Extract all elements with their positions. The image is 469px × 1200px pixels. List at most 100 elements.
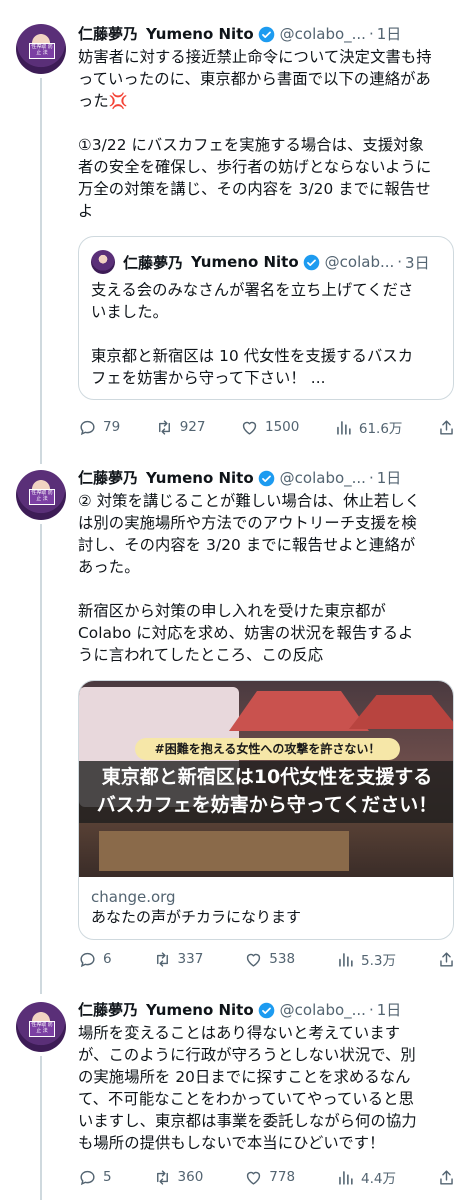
tweet-actions: 6 337 538 5.3万 (78, 948, 456, 970)
tweet-time[interactable]: 1日 (377, 24, 402, 44)
text-line: は別の実施場所や方法でのアウトリーチ支援を検 (78, 514, 417, 532)
avatar[interactable]: 性搾取 防止 法 (16, 24, 66, 74)
author-name[interactable]: 仁藤夢乃 (78, 468, 138, 488)
like-count: 1500 (265, 419, 300, 435)
share-icon (440, 419, 453, 435)
views-button[interactable]: 61.6万 (334, 417, 403, 437)
avatar-badge: 性搾取 防止 法 (29, 489, 55, 505)
quote-avatar (91, 250, 115, 274)
author-handle[interactable]: @colabo_... (280, 1000, 366, 1020)
text-line: うに言われてしたところ、この反応 (78, 646, 324, 664)
views-icon (339, 952, 353, 967)
text-line: った💢 (78, 92, 128, 110)
text-line: て、不可能なことをわかっていてやっていると思 (78, 1090, 414, 1108)
tweet[interactable]: 仁藤夢乃 Yumeno Nito @colabo_... · 1日 場所を変える… (78, 998, 456, 1154)
tweet-actions: 5 360 778 4.4万 (78, 1166, 456, 1188)
quote-author-name-en: Yumeno Nito (191, 253, 299, 271)
tweet[interactable]: 仁藤夢乃 Yumeno Nito @colabo_... · 1日 ② 対策を講… (78, 466, 456, 666)
retweet-button[interactable]: 360 (153, 1168, 203, 1187)
verified-badge-icon (258, 1002, 275, 1019)
views-icon (337, 420, 351, 435)
text-line: 者の安全を確保し、歩行者の妨げとならないように (78, 158, 432, 176)
reply-count: 79 (103, 419, 121, 435)
quote-text: 支える会のみなさんが署名を立ち上げてくださ いました。 東京都と新宿区は 10 … (91, 279, 441, 389)
share-button[interactable] (437, 418, 456, 437)
text-line: 万全の対策を講じ、その内容を 3/20 までに報告せ (78, 180, 431, 198)
author-handle[interactable]: @colabo_... (280, 468, 366, 488)
text-line: 東京都と新宿区は 10 代女性を支援するバスカ (91, 347, 414, 365)
views-button[interactable]: 5.3万 (336, 949, 396, 969)
quoted-tweet[interactable]: 仁藤夢乃 Yumeno Nito @colab... · 3日 支える会のみなさ… (78, 236, 454, 400)
thread-line (40, 78, 42, 464)
reply-count: 5 (103, 1169, 112, 1185)
retweet-icon (158, 419, 170, 435)
heart-icon (247, 1171, 261, 1185)
avatar[interactable]: 性搾取 防止 法 (16, 1002, 66, 1052)
tweet[interactable]: 仁藤夢乃 Yumeno Nito @colabo_... · 1日 妨害者に対す… (78, 22, 456, 222)
reply-icon (80, 1170, 95, 1185)
views-button[interactable]: 4.4万 (336, 1167, 396, 1187)
text-line: が、このように行政が守ろうとしない状況で、別 (78, 1046, 416, 1064)
text-line: 討し、その内容を 3/20 までに報告せよと連絡が (78, 536, 416, 554)
quote-author-name: 仁藤夢乃 (123, 253, 184, 272)
retweet-button[interactable]: 337 (153, 950, 203, 969)
tweet-text: 妨害者に対する接近禁止命令について決定文書も持 っていったのに、東京都から書面で… (78, 46, 456, 222)
tweet-header: 仁藤夢乃 Yumeno Nito @colabo_... · 1日 (78, 466, 456, 490)
view-count: 5.3万 (361, 953, 396, 969)
like-count: 778 (269, 1169, 296, 1185)
heart-icon (242, 421, 257, 435)
card-hashtag-banner: #困難を抱える女性への攻撃を許さない！ (135, 738, 400, 760)
author-name[interactable]: 仁藤夢乃 (78, 1000, 138, 1020)
card-image-tent (349, 695, 453, 729)
author-name-en[interactable]: Yumeno Nito (146, 1000, 254, 1020)
card-headline-banner: 東京都と新宿区は10代女性を支援する バスカフェを妨害から守ってください！ (79, 761, 453, 823)
retweet-button[interactable]: 927 (155, 418, 206, 437)
tweet-header: 仁藤夢乃 Yumeno Nito @colabo_... · 1日 (78, 22, 456, 46)
like-count: 538 (269, 951, 296, 967)
text-line: 妨害者に対する接近禁止命令について決定文書も持 (78, 48, 432, 66)
like-button[interactable]: 778 (244, 1168, 295, 1187)
avatar[interactable]: 性搾取 防止 法 (16, 470, 66, 520)
tweet-time[interactable]: 1日 (377, 468, 402, 488)
text-line: も場所の提供もしないで本当にひどいです！ (78, 1134, 385, 1152)
text-line: っていったのに、東京都から書面で以下の連絡があ (78, 70, 431, 88)
text-line: の実施場所を 20日までに探すことを求めるなん (78, 1068, 411, 1086)
retweet-icon (156, 1169, 168, 1185)
card-meta: change.org あなたの声がチカラになります (79, 877, 453, 939)
tweet-time[interactable]: 1日 (377, 1000, 402, 1020)
card-domain: change.org (91, 888, 176, 906)
avatar-badge: 性搾取 防止 法 (29, 43, 55, 59)
tweet-text: ② 対策を講じることが難しい場合は、休止若しく は別の実施場所や方法でのアウトリ… (78, 490, 456, 666)
tweet-actions: 79 927 1500 61.6万 (78, 416, 456, 438)
reply-button[interactable]: 6 (78, 950, 112, 969)
card-image-table (99, 831, 349, 871)
verified-badge-icon (258, 470, 275, 487)
reply-button[interactable]: 79 (78, 418, 120, 437)
reply-button[interactable]: 5 (78, 1168, 112, 1187)
share-button[interactable] (437, 950, 456, 969)
author-name-en[interactable]: Yumeno Nito (146, 468, 254, 488)
retweet-icon (156, 951, 168, 967)
tweet-header: 仁藤夢乃 Yumeno Nito @colabo_... · 1日 (78, 998, 456, 1022)
author-handle[interactable]: @colabo_... (280, 24, 366, 44)
author-name[interactable]: 仁藤夢乃 (78, 24, 138, 44)
like-button[interactable]: 538 (244, 950, 295, 969)
author-name-en[interactable]: Yumeno Nito (146, 24, 254, 44)
verified-badge-icon (258, 26, 275, 43)
text-line: 場所を変えることはあり得ないと考えています (78, 1024, 401, 1042)
tweet-text: 場所を変えることはあり得ないと考えています が、このように行政が守ろうとしない状… (78, 1022, 456, 1154)
thread-line (40, 1056, 42, 1200)
like-button[interactable]: 1500 (240, 418, 299, 437)
share-icon (440, 1169, 453, 1185)
link-card[interactable]: #困難を抱える女性への攻撃を許さない！ 東京都と新宿区は10代女性を支援する バ… (78, 680, 454, 940)
retweet-count: 927 (179, 419, 206, 435)
share-button[interactable] (437, 1168, 456, 1187)
card-headline-line: 東京都と新宿区は10代女性を支援する (101, 766, 433, 788)
views-icon (339, 1170, 353, 1185)
reply-icon (80, 952, 95, 967)
text-line: 支える会のみなさんが署名を立ち上げてくださ (91, 281, 414, 299)
card-image: #困難を抱える女性への攻撃を許さない！ 東京都と新宿区は10代女性を支援する バ… (79, 681, 453, 877)
text-line: いました。 (91, 303, 168, 321)
text-line: あった。 (78, 558, 140, 576)
view-count: 61.6万 (358, 421, 403, 437)
